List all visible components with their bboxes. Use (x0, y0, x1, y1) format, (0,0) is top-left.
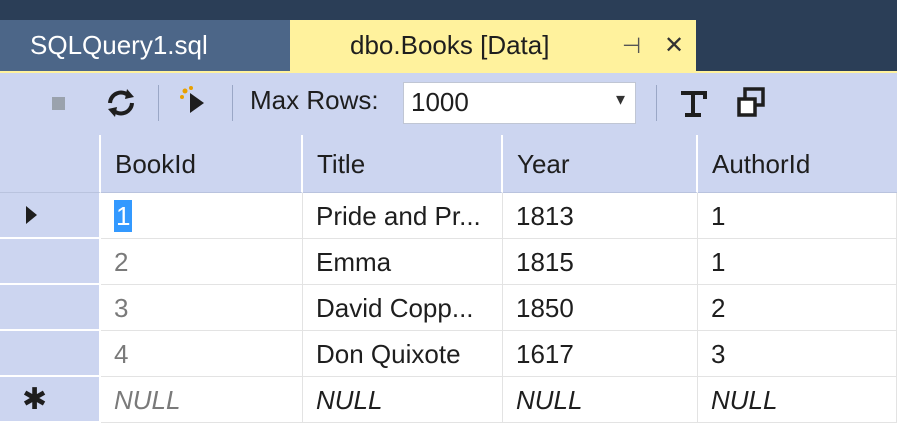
copy-icon[interactable] (733, 83, 769, 123)
cell-authorid[interactable]: 1 (698, 239, 897, 285)
cell-title[interactable]: Emma (303, 239, 503, 285)
tab-books-data[interactable]: dbo.Books [Data] ⊣ ✕ (290, 20, 696, 71)
toolbar-separator (158, 85, 159, 121)
cell-year[interactable]: 1850 (503, 285, 698, 331)
table-row[interactable]: 4 Don Quixote 1617 3 (0, 331, 897, 377)
tab-books-data-label: dbo.Books [Data] (350, 30, 550, 60)
cell-bookid[interactable]: 4 (101, 331, 303, 377)
table-row[interactable]: 1 Pride and Pr... 1813 1 (0, 193, 897, 239)
cell-authorid[interactable]: 2 (698, 285, 897, 331)
results-grid: BookId Title Year AuthorId 1 Pride and P… (0, 135, 897, 435)
cell-title[interactable]: David Copp... (303, 285, 503, 331)
new-row[interactable]: ✱ NULL NULL NULL NULL (0, 377, 897, 423)
cell-year[interactable]: 1813 (503, 193, 698, 239)
row-header-corner (0, 135, 101, 193)
stop-icon[interactable] (52, 97, 65, 110)
toolbar-separator (232, 85, 233, 121)
cell-authorid[interactable]: NULL (698, 377, 897, 423)
close-icon[interactable]: ✕ (664, 20, 684, 71)
cell-bookid[interactable]: NULL (101, 377, 303, 423)
cell-year[interactable]: 1815 (503, 239, 698, 285)
max-rows-label: Max Rows: (250, 85, 379, 115)
table-row[interactable]: 3 David Copp... 1850 2 (0, 285, 897, 331)
cell-title[interactable]: NULL (303, 377, 503, 423)
cell-bookid[interactable]: 1 (101, 193, 303, 239)
toolbar-separator (656, 85, 657, 121)
document-tab-bar: SQLQuery1.sql dbo.Books [Data] ⊣ ✕ (0, 0, 897, 71)
row-selector[interactable] (0, 285, 101, 331)
cell-year[interactable]: 1617 (503, 331, 698, 377)
row-selector[interactable]: ✱ (0, 377, 101, 423)
max-rows-select[interactable]: 1000 ▾ (403, 82, 636, 124)
refresh-icon[interactable] (101, 83, 141, 123)
column-header-year[interactable]: Year (503, 135, 698, 193)
show-sql-pane-icon[interactable] (176, 81, 212, 121)
row-selector[interactable] (0, 331, 101, 377)
selected-cell-text: 1 (114, 200, 133, 232)
tab-sqlquery1-label: SQLQuery1.sql (30, 30, 208, 60)
column-header-authorid[interactable]: AuthorId (698, 135, 897, 193)
cell-authorid[interactable]: 3 (698, 331, 897, 377)
cell-title[interactable]: Pride and Pr... (303, 193, 503, 239)
tab-sqlquery1[interactable]: SQLQuery1.sql (0, 20, 290, 71)
cell-bookid[interactable]: 2 (101, 239, 303, 285)
row-selector[interactable] (0, 193, 101, 239)
cell-bookid[interactable]: 3 (101, 285, 303, 331)
script-icon[interactable] (675, 83, 711, 123)
column-header-title[interactable]: Title (303, 135, 503, 193)
cell-title[interactable]: Don Quixote (303, 331, 503, 377)
current-row-arrow-icon (26, 206, 37, 224)
table-row[interactable]: 2 Emma 1815 1 (0, 239, 897, 285)
row-selector[interactable] (0, 239, 101, 285)
grid-header-row: BookId Title Year AuthorId (0, 135, 897, 193)
cell-authorid[interactable]: 1 (698, 193, 897, 239)
chevron-down-icon[interactable]: ▾ (616, 89, 625, 110)
new-row-icon: ✱ (22, 383, 48, 416)
column-header-bookid[interactable]: BookId (101, 135, 303, 193)
cell-year[interactable]: NULL (503, 377, 698, 423)
max-rows-value: 1000 (411, 87, 469, 117)
data-toolbar: Max Rows: 1000 ▾ (0, 71, 897, 135)
pin-icon[interactable]: ⊣ (622, 20, 641, 71)
